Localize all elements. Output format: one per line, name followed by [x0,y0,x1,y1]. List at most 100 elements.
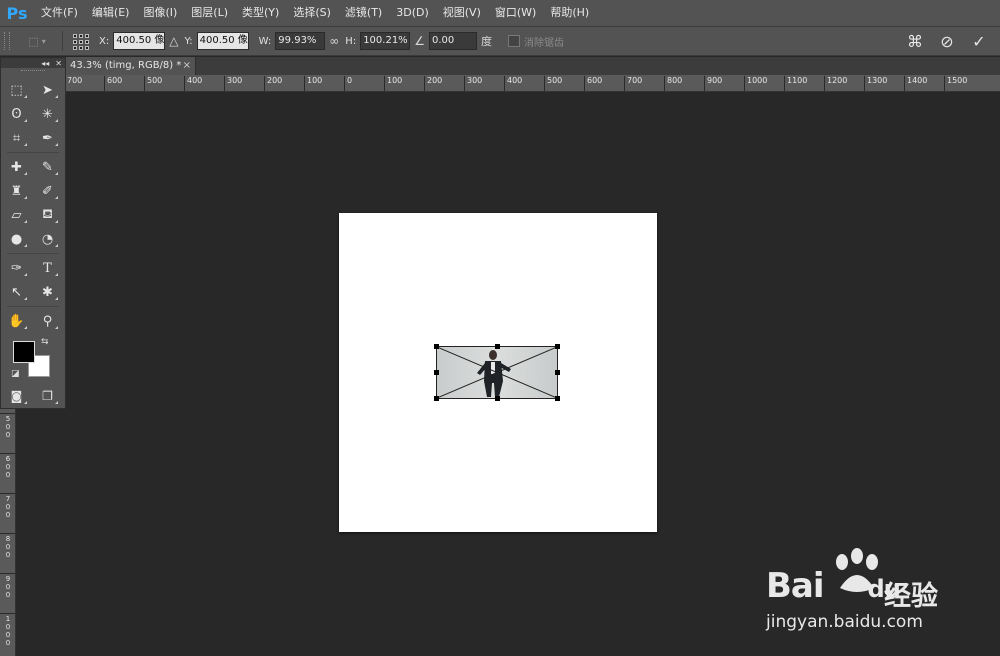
antialias-label: 消除锯齿 [523,37,564,49]
photoshop-logo: Ps [6,3,28,23]
color-swatches: ⇆ ◪ [1,333,65,383]
angle-icon: ∠ [414,34,425,48]
ruler-tick-label: 200 [264,76,282,91]
antialias-checkbox[interactable] [507,35,520,47]
crop-tool-icon[interactable]: ⌗ [1,126,32,150]
baidu-jingyan-watermark: Bai du 经验 jingyan.baidu.com [758,548,990,638]
tools-panel-grip[interactable] [21,70,45,76]
transform-handle-left[interactable] [434,370,439,375]
eraser-tool-icon[interactable]: ▱ [1,203,32,227]
close-icon[interactable]: × [183,57,191,75]
menu-3d[interactable]: 3D(D) [389,0,436,26]
vertical-ruler[interactable]: 5 0 0 6 0 0 7 0 0 8 0 0 9 0 0 1 0 0 0 [0,409,16,656]
transform-handle-bottom-right[interactable] [555,396,560,401]
document-tab-bar: 43.3% (timg, RGB/8) * × [0,57,1000,75]
clone-stamp-tool-icon[interactable]: ♜ [1,179,32,203]
placed-image-preview [437,347,557,398]
ruler-tick-label: 5 0 0 [0,413,15,439]
tools-panel-header: ◂◂ ✕ [1,58,65,68]
menu-select[interactable]: 选择(S) [286,0,338,26]
transform-handle-top[interactable] [495,344,500,349]
hand-tool-icon[interactable]: ✋ [1,309,32,333]
ruler-tick-label: 900 [704,76,722,91]
eyedropper-tool-icon[interactable]: ✒ [32,126,63,150]
link-icon[interactable]: ∞ [329,34,339,48]
ruler-tick-label: 100 [304,76,322,91]
lasso-tool-icon[interactable]: ʘ [1,102,32,126]
delta-icon[interactable]: △ [169,34,178,48]
ruler-tick-label: 200 [424,76,442,91]
menu-file[interactable]: 文件(F) [34,0,85,26]
path-selection-tool-icon[interactable]: ↖ [1,280,32,304]
transform-handle-bottom-left[interactable] [434,396,439,401]
blur-tool-icon[interactable]: ● [1,227,32,251]
menu-layer[interactable]: 图层(L) [184,0,235,26]
collapse-icon[interactable]: ◂◂ [41,59,49,68]
paint-bucket-tool-icon[interactable]: ⛾ [32,203,63,227]
height-field[interactable]: 100.21% [360,32,411,50]
transform-preset-icon: ⬚ [28,34,39,48]
chevron-down-icon: ▾ [41,36,46,46]
document-canvas[interactable] [339,213,657,532]
move-tool-icon[interactable]: ➤ [32,78,63,102]
ruler-tick-label: 300 [224,76,242,91]
menu-help[interactable]: 帮助(H) [543,0,596,26]
healing-brush-tool-icon[interactable]: ✚ [1,155,32,179]
ruler-tick-label: 1200 [824,76,847,91]
y-position-field[interactable]: 400.50 像素 [196,32,249,50]
zoom-tool-icon[interactable]: ⚲ [32,309,63,333]
ruler-tick-label: 1 0 0 0 [0,613,15,647]
document-tab[interactable]: 43.3% (timg, RGB/8) * × [66,57,196,75]
warp-mode-icon[interactable]: ⌘ [904,32,926,51]
reference-point-icon[interactable] [71,32,89,50]
brush-tool-icon[interactable]: ✎ [32,155,63,179]
y-label: Y: [184,35,193,47]
ruler-tick-label: 800 [664,76,682,91]
watermark-logo: Bai du [766,566,901,606]
x-position-field[interactable]: 400.50 像素 [113,32,166,50]
swap-colors-icon[interactable]: ⇆ [41,337,49,347]
ruler-tick-label: 400 [504,76,522,91]
ruler-tick-label: 1400 [904,76,927,91]
menu-image[interactable]: 图像(I) [136,0,184,26]
watermark-url: jingyan.baidu.com [766,612,923,632]
menu-filter[interactable]: 滤镜(T) [338,0,389,26]
placed-image-layer[interactable] [434,344,560,401]
divider [62,31,63,51]
dodge-tool-icon[interactable]: ◔ [32,227,63,251]
magic-wand-tool-icon[interactable]: ✳ [32,102,63,126]
w-label: W: [258,35,272,47]
custom-shape-tool-icon[interactable]: ✱ [32,280,63,304]
ruler-tick-label: 500 [544,76,562,91]
default-colors-icon[interactable]: ◪ [11,369,20,379]
foreground-color-swatch[interactable] [13,341,35,363]
close-icon[interactable]: ✕ [55,59,62,68]
ruler-tick-label: 8 0 0 [0,533,15,559]
ruler-tick-label: 9 0 0 [0,573,15,599]
menu-edit[interactable]: 编辑(E) [85,0,137,26]
width-field[interactable]: 99.93% [275,32,326,50]
commit-transform-icon[interactable]: ✓ [968,32,990,51]
ruler-tick-label: 700 [624,76,642,91]
ruler-tick-label: 100 [384,76,402,91]
transform-handle-bottom[interactable] [495,396,500,401]
ruler-tick-label: 1300 [864,76,887,91]
menu-view[interactable]: 视图(V) [436,0,488,26]
transform-handle-top-right[interactable] [555,344,560,349]
transform-handle-right[interactable] [555,370,560,375]
quick-mask-icon[interactable]: ◙ [1,384,32,408]
type-tool-icon[interactable]: T [32,256,63,280]
screen-mode-icon[interactable]: ❐ [32,384,63,408]
menu-window[interactable]: 窗口(W) [488,0,543,26]
marquee-tool-icon[interactable]: ⬚ [1,78,32,102]
history-brush-tool-icon[interactable]: ✐ [32,179,63,203]
transform-handle-top-left[interactable] [434,344,439,349]
pen-tool-icon[interactable]: ✑ [1,256,32,280]
horizontal-ruler[interactable]: 700 600 500 400 300 200 100 0 100 200 300 400 500 600… [66,75,1000,92]
angle-field[interactable]: 0.00 [428,32,477,50]
cancel-transform-icon[interactable]: ⊘ [936,32,958,51]
options-grip[interactable] [4,32,10,50]
menu-type[interactable]: 类型(Y) [235,0,286,26]
h-label: H: [345,35,357,47]
tool-preset-picker[interactable]: ⬚ ▾ [20,31,54,51]
